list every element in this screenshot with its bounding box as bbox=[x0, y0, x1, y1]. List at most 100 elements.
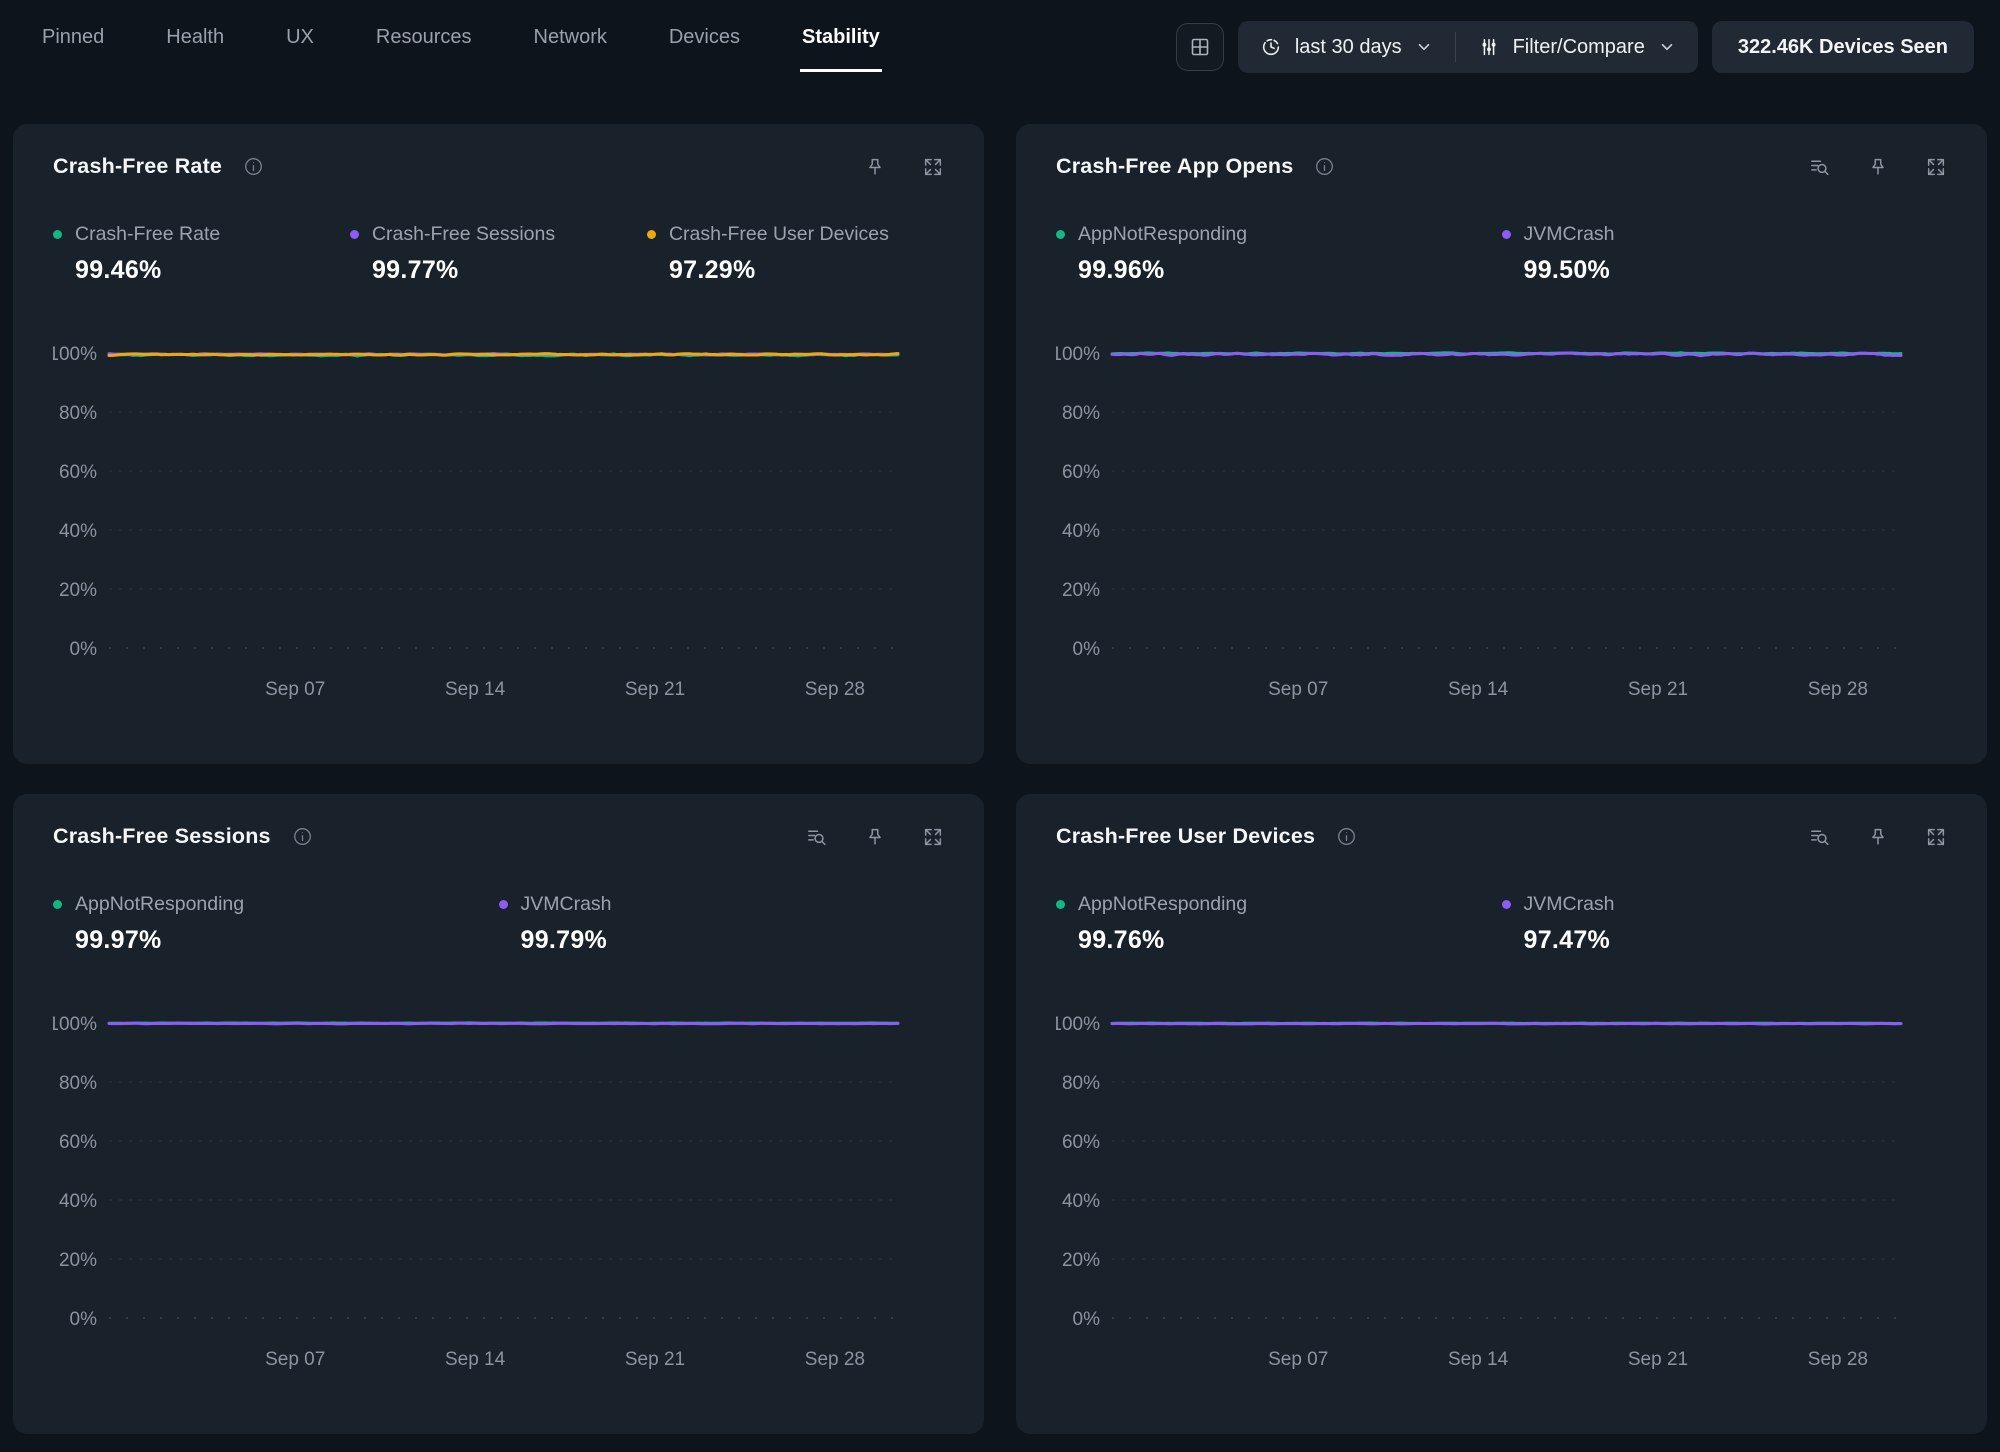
filter-compare-button[interactable]: Filter/Compare bbox=[1456, 21, 1698, 73]
nav-tab-network[interactable]: Network bbox=[532, 0, 609, 72]
svg-text:60%: 60% bbox=[1062, 462, 1100, 483]
panel-title: Crash-Free Sessions bbox=[53, 824, 271, 849]
legend-dot bbox=[1502, 230, 1511, 239]
chart-legend: Crash-Free Rate99.46%Crash-Free Sessions… bbox=[53, 223, 944, 285]
filter-compare-label: Filter/Compare bbox=[1513, 36, 1645, 59]
panel-actions bbox=[805, 825, 944, 848]
nav-tab-stability[interactable]: Stability bbox=[800, 0, 882, 72]
pin-icon bbox=[1867, 826, 1889, 848]
nav-tab-devices[interactable]: Devices bbox=[667, 0, 742, 72]
list-search-button[interactable] bbox=[1808, 155, 1831, 178]
legend-value: 99.50% bbox=[1524, 256, 1948, 285]
svg-text:20%: 20% bbox=[1062, 1250, 1100, 1271]
svg-text:80%: 80% bbox=[59, 403, 97, 424]
legend-item[interactable]: Crash-Free User Devices 97.29% bbox=[647, 223, 944, 285]
expand-button[interactable] bbox=[922, 156, 944, 178]
pin-button[interactable] bbox=[864, 156, 886, 178]
legend-item[interactable]: Crash-Free Sessions99.77% bbox=[350, 223, 647, 285]
svg-text:0%: 0% bbox=[1073, 1309, 1101, 1330]
nav-tab-health[interactable]: Health bbox=[164, 0, 226, 72]
svg-text:Sep 21: Sep 21 bbox=[625, 1349, 685, 1370]
legend-value: 99.76% bbox=[1078, 926, 1502, 955]
legend-item[interactable]: AppNotResponding99.76% bbox=[1056, 893, 1502, 955]
svg-text:Sep 28: Sep 28 bbox=[1808, 1349, 1868, 1370]
legend-dot bbox=[1502, 900, 1511, 909]
time-range-button[interactable]: last 30 days bbox=[1238, 21, 1455, 73]
expand-icon bbox=[922, 826, 944, 848]
filter-controls: last 30 days Filter/Compar bbox=[1238, 21, 1698, 73]
svg-text:0%: 0% bbox=[70, 1309, 98, 1330]
legend-item[interactable]: AppNotResponding99.97% bbox=[53, 893, 499, 955]
legend-label: Crash-Free Rate bbox=[75, 223, 220, 246]
pin-button[interactable] bbox=[1867, 156, 1889, 178]
legend-item[interactable]: JVMCrash99.50% bbox=[1502, 223, 1948, 285]
panel-title: Crash-Free App Opens bbox=[1056, 154, 1293, 179]
info-icon[interactable] bbox=[1337, 827, 1356, 846]
svg-text:100%: 100% bbox=[53, 1014, 97, 1035]
info-icon[interactable] bbox=[293, 827, 312, 846]
svg-text:Sep 14: Sep 14 bbox=[445, 1349, 506, 1370]
legend-dot bbox=[53, 230, 62, 239]
svg-text:20%: 20% bbox=[1062, 580, 1100, 601]
nav-tab-ux[interactable]: UX bbox=[284, 0, 316, 72]
svg-text:20%: 20% bbox=[59, 1250, 97, 1271]
svg-text:Sep 28: Sep 28 bbox=[805, 1349, 865, 1370]
expand-button[interactable] bbox=[1925, 826, 1947, 848]
list-search-button[interactable] bbox=[805, 825, 828, 848]
toolbar: last 30 days Filter/Compar bbox=[1176, 0, 1974, 94]
pin-button[interactable] bbox=[1867, 826, 1889, 848]
nav-tab-pinned[interactable]: Pinned bbox=[40, 0, 106, 72]
legend-item[interactable]: AppNotResponding99.96% bbox=[1056, 223, 1502, 285]
list-search-button[interactable] bbox=[1808, 825, 1831, 848]
svg-text:60%: 60% bbox=[59, 462, 97, 483]
svg-text:80%: 80% bbox=[1062, 403, 1100, 424]
svg-text:Sep 07: Sep 07 bbox=[265, 1349, 325, 1370]
list-search-icon bbox=[1808, 155, 1831, 178]
dashboard-grid: Crash-Free Rate Crash-Free Rate99.46%Cra… bbox=[0, 94, 2000, 1434]
expand-button[interactable] bbox=[1925, 156, 1947, 178]
legend-value: 97.29% bbox=[669, 256, 944, 285]
svg-text:40%: 40% bbox=[59, 521, 97, 542]
expand-icon bbox=[1925, 826, 1947, 848]
legend-value: 99.96% bbox=[1078, 256, 1502, 285]
legend-value: 99.97% bbox=[75, 926, 499, 955]
svg-text:60%: 60% bbox=[1062, 1132, 1100, 1153]
legend-item[interactable]: Crash-Free Rate99.46% bbox=[53, 223, 350, 285]
svg-text:40%: 40% bbox=[59, 1191, 97, 1212]
nav-tab-resources[interactable]: Resources bbox=[374, 0, 474, 72]
svg-text:Sep 28: Sep 28 bbox=[1808, 679, 1868, 700]
info-icon[interactable] bbox=[1315, 157, 1334, 176]
svg-text:Sep 28: Sep 28 bbox=[805, 679, 865, 700]
svg-text:100%: 100% bbox=[53, 344, 97, 365]
svg-text:60%: 60% bbox=[59, 1132, 97, 1153]
svg-text:80%: 80% bbox=[59, 1073, 97, 1094]
expand-button[interactable] bbox=[922, 826, 944, 848]
info-icon[interactable] bbox=[244, 157, 263, 176]
legend-dot bbox=[647, 230, 656, 239]
chevron-down-icon bbox=[1415, 38, 1433, 56]
svg-text:0%: 0% bbox=[1073, 639, 1101, 660]
grid-view-button[interactable] bbox=[1176, 23, 1224, 71]
svg-text:Sep 07: Sep 07 bbox=[1268, 679, 1328, 700]
line-chart: 100%80%60%40%20%0%Sep 07Sep 14Sep 21Sep … bbox=[53, 341, 944, 723]
panel-actions bbox=[1808, 825, 1947, 848]
svg-text:0%: 0% bbox=[70, 639, 98, 660]
svg-text:40%: 40% bbox=[1062, 521, 1100, 542]
panel-crash-free-rate: Crash-Free Rate Crash-Free Rate99.46%Cra… bbox=[13, 124, 984, 764]
legend-label: JVMCrash bbox=[521, 893, 612, 916]
legend-label: Crash-Free User Devices bbox=[669, 223, 889, 246]
svg-text:100%: 100% bbox=[1056, 344, 1100, 365]
svg-text:80%: 80% bbox=[1062, 1073, 1100, 1094]
legend-value: 97.47% bbox=[1524, 926, 1948, 955]
panel-header: Crash-Free App Opens bbox=[1056, 124, 1947, 179]
pin-button[interactable] bbox=[864, 826, 886, 848]
panel-header: Crash-Free Sessions bbox=[53, 794, 944, 849]
chevron-down-icon bbox=[1658, 38, 1676, 56]
legend-dot bbox=[53, 900, 62, 909]
panel-title: Crash-Free Rate bbox=[53, 154, 222, 179]
legend-item[interactable]: JVMCrash99.79% bbox=[499, 893, 945, 955]
expand-icon bbox=[1925, 156, 1947, 178]
nav-tabs: Pinned Health UX Resources Network Devices Sta… bbox=[40, 0, 882, 72]
legend-item[interactable]: JVMCrash97.47% bbox=[1502, 893, 1948, 955]
panel-header: Crash-Free Rate bbox=[53, 124, 944, 179]
